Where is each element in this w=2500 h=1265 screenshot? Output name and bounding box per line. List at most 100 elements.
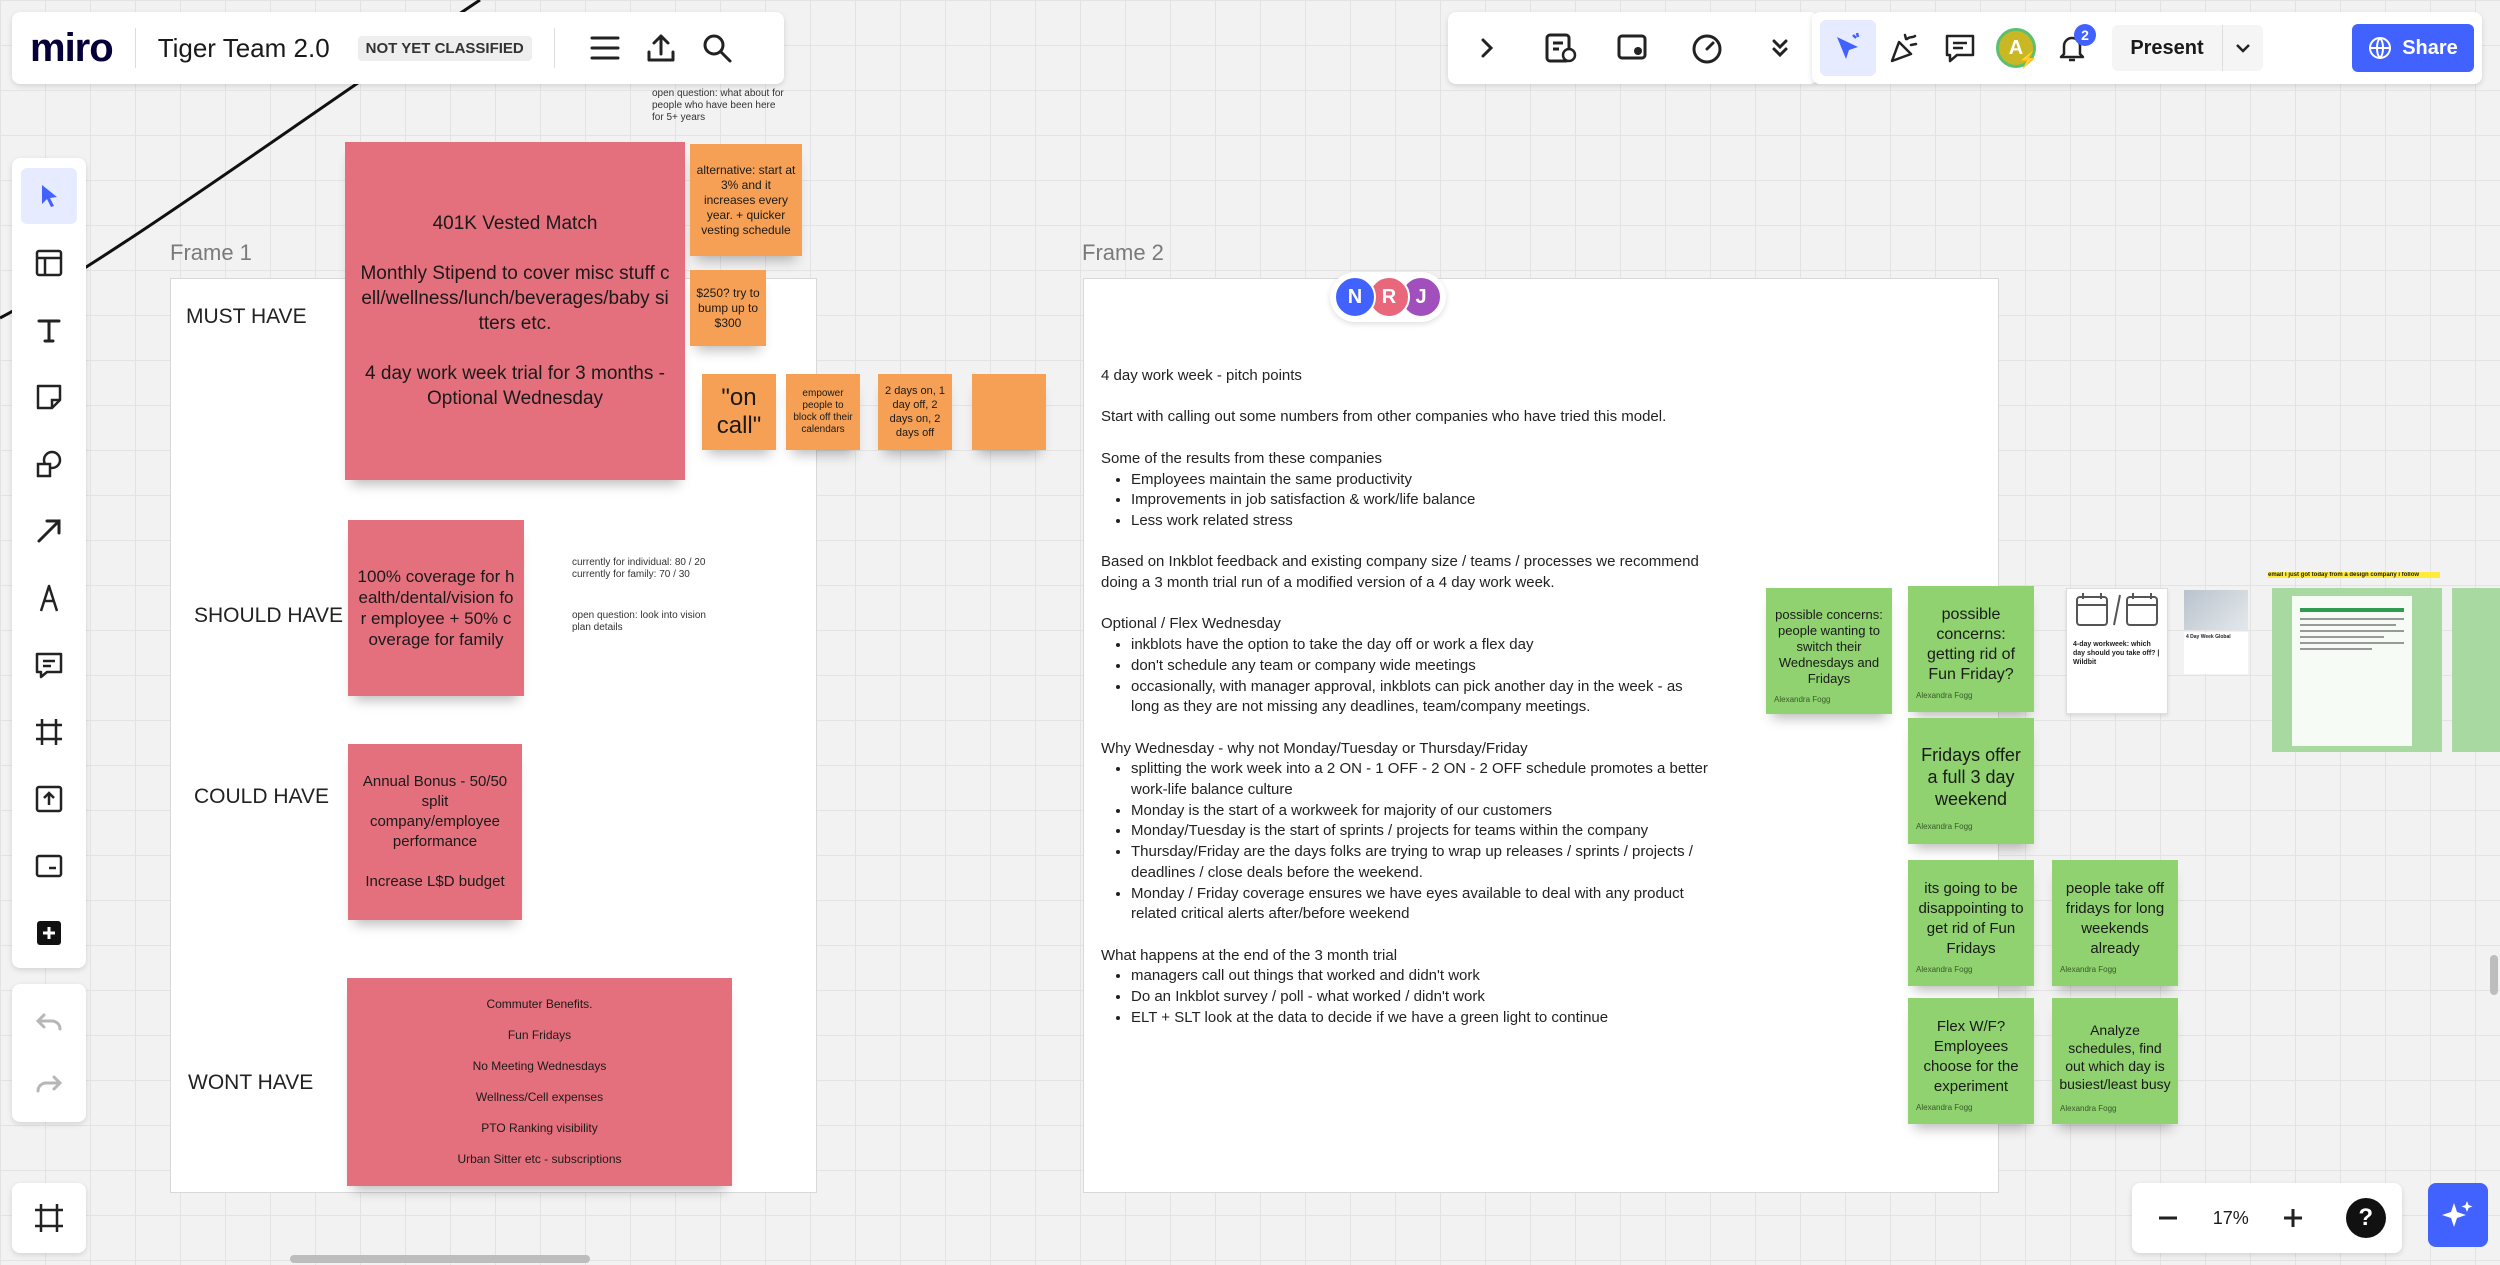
email-banner[interactable]: email i just got today from a design com… xyxy=(2268,572,2440,578)
comments-button[interactable] xyxy=(1932,20,1988,76)
notifications-button[interactable]: 2 xyxy=(2044,20,2100,76)
timer-button[interactable] xyxy=(1679,20,1735,76)
arrow-icon xyxy=(37,519,61,543)
sticky-line: Urban Sitter etc - subscriptions xyxy=(457,1152,622,1166)
must-have-sticky[interactable]: 401K Vested Match Monthly Stipend to cov… xyxy=(345,142,685,480)
frame2-label[interactable]: Frame 2 xyxy=(1082,240,1164,266)
frames-panel-button[interactable] xyxy=(12,1183,86,1253)
share-button[interactable]: Share xyxy=(2352,24,2474,72)
frame1-label[interactable]: Frame 1 xyxy=(170,240,252,266)
wont-have-sticky[interactable]: Commuter Benefits. Fun Fridays No Meetin… xyxy=(347,978,732,1186)
empower-sticky[interactable]: empower people to block off their calend… xyxy=(786,374,860,450)
sticky-text: empower people to block off their calend… xyxy=(793,388,853,435)
doc-optional-list: inkblots have the option to take the day… xyxy=(1101,635,1711,718)
email-body xyxy=(2292,596,2412,746)
doc-results-list: Employees maintain the same productivity… xyxy=(1101,470,1711,532)
search-icon xyxy=(703,34,732,63)
shapes-icon xyxy=(36,450,62,478)
list-item: Thursday/Friday are the days folks are t… xyxy=(1131,842,1711,883)
vertical-scrollbar[interactable] xyxy=(2490,955,2498,995)
main-menu-button[interactable] xyxy=(577,20,633,76)
image-clipping[interactable] xyxy=(2184,590,2248,630)
comment-tool[interactable] xyxy=(21,637,77,693)
present-button[interactable]: Present xyxy=(2112,25,2222,71)
article-clipping[interactable]: 4 Day Week Global xyxy=(2184,632,2248,674)
coverage-note[interactable]: currently for individual: 80 / 20 curren… xyxy=(572,557,732,581)
article-card[interactable]: 4-day workweek: which day should you tak… xyxy=(2066,588,2168,714)
zoom-controls: 17% ? xyxy=(2132,1183,2402,1253)
full-weekend-sticky[interactable]: Fridays offer a full 3 day weekend Alexa… xyxy=(1908,718,2034,844)
open-question-note[interactable]: open question: what about for people who… xyxy=(652,88,788,124)
card-tool[interactable] xyxy=(21,838,77,894)
vision-question-note[interactable]: open question: look into vision plan det… xyxy=(572,610,722,634)
classification-badge[interactable]: NOT YET CLASSIFIED xyxy=(357,35,532,61)
board-title[interactable]: Tiger Team 2.0 xyxy=(158,33,330,64)
list-item: Monday/Tuesday is the start of sprints /… xyxy=(1131,821,1711,842)
sticky-line: Increase L$D budget xyxy=(365,873,505,890)
search-button[interactable] xyxy=(689,20,745,76)
list-item: splitting the work week into a 2 ON - 1 … xyxy=(1131,759,1711,800)
collaborator-avatar[interactable]: N xyxy=(1334,276,1376,318)
bump-sticky[interactable]: $250? try to bump up to $300 xyxy=(690,270,766,346)
templates-tool[interactable] xyxy=(21,235,77,291)
text-tool[interactable] xyxy=(21,302,77,358)
plus-icon xyxy=(37,921,61,945)
undo-button[interactable] xyxy=(21,994,77,1050)
zoom-out-button[interactable] xyxy=(2140,1190,2196,1246)
clipping-partial[interactable] xyxy=(2452,588,2500,752)
disappointing-sticky[interactable]: its going to be disappointing to get rid… xyxy=(1908,860,2034,986)
pen-tool[interactable] xyxy=(21,570,77,626)
upload-tool[interactable] xyxy=(21,771,77,827)
reactions-button[interactable] xyxy=(1876,20,1932,76)
zoom-in-button[interactable] xyxy=(2265,1190,2321,1246)
flex-experiment-sticky[interactable]: Flex W/F? Employees choose for the exper… xyxy=(1908,998,2034,1124)
email-screenshot[interactable] xyxy=(2272,588,2442,752)
ai-assist-button[interactable] xyxy=(2428,1183,2488,1247)
connector-tool[interactable] xyxy=(21,503,77,559)
more-apps-tool[interactable] xyxy=(21,905,77,961)
concern-fun-friday-sticky[interactable]: possible concerns: getting rid of Fun Fr… xyxy=(1908,586,2034,712)
notification-badge: 2 xyxy=(2074,24,2096,46)
globe-icon xyxy=(2369,37,2392,59)
session-toolbar: A ⚡ 2 Present Share xyxy=(1812,12,2482,84)
shapes-tool[interactable] xyxy=(21,436,77,492)
analyze-schedules-sticky[interactable]: Analyze schedules, find out which day is… xyxy=(2052,998,2178,1124)
concern-switch-sticky[interactable]: possible concerns: people wanting to swi… xyxy=(1766,588,1892,714)
present-options-button[interactable] xyxy=(2222,25,2263,71)
cursor-icon xyxy=(42,185,57,207)
alternative-sticky[interactable]: alternative: start at 3% and it increase… xyxy=(690,144,802,256)
screen-share-button[interactable] xyxy=(1605,20,1661,76)
on-call-sticky[interactable]: "on call" xyxy=(702,374,776,450)
redo-button[interactable] xyxy=(21,1056,77,1112)
more-tools-button[interactable] xyxy=(1752,20,1808,76)
chevron-right-icon xyxy=(1481,38,1494,58)
frame-tool[interactable] xyxy=(21,704,77,760)
zoom-level[interactable]: 17% xyxy=(2213,1208,2249,1229)
pitch-document[interactable]: 4 day work week - pitch points Start wit… xyxy=(1101,366,1711,1029)
help-button[interactable]: ? xyxy=(2338,1190,2394,1246)
section-should-have: SHOULD HAVE xyxy=(194,604,343,627)
sticky-text: possible concerns: getting rid of Fun Fr… xyxy=(1926,606,2016,683)
expand-toolbar-button[interactable] xyxy=(1458,20,1514,76)
cursor-follow-button[interactable] xyxy=(1820,20,1876,76)
templates-button[interactable] xyxy=(1532,20,1588,76)
section-must-have: MUST HAVE xyxy=(186,305,307,328)
sticky-text: $250? try to bump up to $300 xyxy=(696,285,760,330)
export-button[interactable] xyxy=(633,20,689,76)
should-have-sticky[interactable]: 100% coverage for health/dental/vision f… xyxy=(348,520,524,696)
double-chevron-down-icon xyxy=(1772,39,1788,58)
blank-sticky[interactable] xyxy=(972,374,1046,450)
long-weekends-sticky[interactable]: people take off fridays for long weekend… xyxy=(2052,860,2178,986)
miro-logo: miro xyxy=(30,25,114,70)
timer-icon xyxy=(1692,34,1721,64)
list-item: don't schedule any team or company wide … xyxy=(1131,656,1711,677)
horizontal-scrollbar[interactable] xyxy=(290,1255,590,1263)
cursor-arrows-icon xyxy=(1837,32,1860,59)
sticky-note-tool[interactable] xyxy=(21,369,77,425)
family-note: currently for family: 70 / 30 xyxy=(572,569,690,580)
schedule-sticky[interactable]: 2 days on, 1 day off, 2 days on, 2 days … xyxy=(878,374,952,450)
user-avatar-button[interactable]: A ⚡ xyxy=(1988,20,2044,76)
sticky-line: 401K Vested Match xyxy=(432,213,598,234)
select-tool[interactable] xyxy=(21,168,77,224)
could-have-sticky[interactable]: Annual Bonus - 50/50 split company/emplo… xyxy=(348,744,522,920)
